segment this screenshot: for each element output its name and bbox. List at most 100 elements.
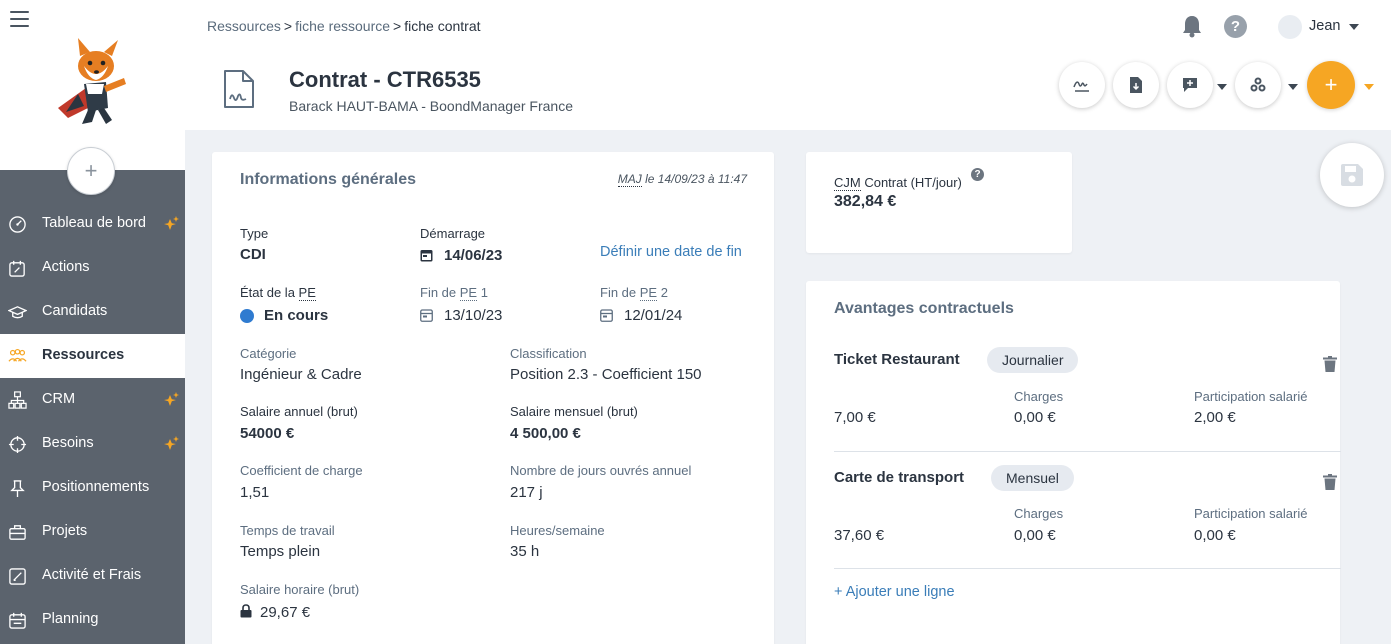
sidebar-item-crm[interactable]: CRM bbox=[0, 378, 185, 422]
sparkle-star-icon bbox=[164, 392, 179, 406]
signature-icon bbox=[1073, 81, 1089, 92]
set-end-date-link[interactable]: Définir une date de fin bbox=[600, 244, 742, 260]
type-value: CDI bbox=[240, 246, 266, 263]
charges-value: 0,00 € bbox=[1014, 409, 1056, 426]
sidebar-item-projets[interactable]: Projets bbox=[0, 510, 185, 554]
help-icon[interactable]: ? bbox=[1224, 15, 1247, 38]
advantage-name: Carte de transport bbox=[834, 469, 965, 486]
sidebar-item-activite-et-frais[interactable]: Activité et Frais bbox=[0, 554, 185, 598]
save-button[interactable] bbox=[1320, 143, 1384, 207]
calendar-icon bbox=[9, 612, 26, 629]
sidebar-item-positionnements[interactable]: Positionnements bbox=[0, 466, 185, 510]
advantage-amount: 37,60 € bbox=[834, 527, 885, 544]
frequency-badge: Mensuel bbox=[991, 465, 1074, 491]
breadcrumb-separator: > bbox=[393, 18, 402, 34]
divider bbox=[834, 451, 1341, 452]
action-buttons: + bbox=[1059, 60, 1389, 110]
add-line-link[interactable]: + Ajouter une ligne bbox=[834, 584, 955, 600]
avatar[interactable] bbox=[1278, 15, 1302, 39]
pe-abbr: PE bbox=[459, 285, 478, 301]
work-time-value: Temps plein bbox=[240, 543, 321, 560]
classification-label: Classification bbox=[510, 346, 587, 361]
hours-week-label: Heures/semaine bbox=[510, 523, 605, 538]
frequency-badge: Journalier bbox=[987, 347, 1079, 373]
pe-state-value: En cours bbox=[264, 307, 329, 324]
maj-abbr: MAJ bbox=[617, 172, 642, 187]
sidebar-item-label: Actions bbox=[42, 259, 90, 275]
chevron-down-icon[interactable] bbox=[1288, 84, 1298, 90]
sidebar-item-candidats[interactable]: Candidats bbox=[0, 290, 185, 334]
type-label: Type bbox=[240, 226, 269, 241]
participation-label: Participation salarié bbox=[1194, 389, 1308, 404]
divider bbox=[834, 568, 1341, 569]
sidebar-item-label: Candidats bbox=[42, 303, 108, 319]
bell-icon[interactable] bbox=[1181, 14, 1203, 38]
category-value: Ingénieur & Cadre bbox=[240, 366, 362, 383]
org-chart-icon bbox=[8, 391, 27, 409]
card-title: Informations générales bbox=[240, 171, 417, 188]
add-button[interactable]: + bbox=[67, 147, 115, 195]
trash-icon[interactable] bbox=[1323, 356, 1337, 372]
calendar-edit-icon bbox=[9, 260, 25, 277]
sparkle-star-icon bbox=[164, 436, 179, 450]
briefcase-icon bbox=[9, 525, 26, 540]
advantage-name: Ticket Restaurant bbox=[834, 351, 960, 368]
sidebar-nav: Tableau de bord Actions Candidats Ressou… bbox=[0, 202, 185, 642]
pe-end2-value: 12/01/24 bbox=[624, 307, 683, 324]
participation-value: 0,00 € bbox=[1194, 527, 1236, 544]
participation-label: Participation salarié bbox=[1194, 506, 1308, 521]
floppy-disk-icon bbox=[1341, 164, 1363, 186]
breadcrumb: Ressources > fiche ressource > fiche contrat bbox=[207, 18, 481, 34]
category-label: Catégorie bbox=[240, 346, 297, 361]
work-time-label: Temps de travail bbox=[240, 523, 335, 538]
header-toolbar: ? Jean bbox=[1091, 12, 1391, 40]
signature-button[interactable] bbox=[1059, 62, 1105, 108]
cjm-abbr: CJM bbox=[834, 175, 861, 191]
hamburger-menu-icon[interactable] bbox=[10, 11, 29, 27]
chevron-down-icon[interactable] bbox=[1217, 84, 1227, 90]
sidebar-item-label: CRM bbox=[42, 391, 76, 407]
fox-mascot-logo bbox=[58, 38, 126, 124]
chevron-down-icon[interactable] bbox=[1364, 84, 1374, 90]
breadcrumb-separator: > bbox=[283, 18, 293, 34]
sidebar-item-actions[interactable]: Actions bbox=[0, 246, 185, 290]
user-name[interactable]: Jean bbox=[1309, 18, 1340, 34]
share-button[interactable] bbox=[1235, 62, 1281, 108]
hourly-salary-value: 29,67 € bbox=[260, 604, 311, 621]
breadcrumb-current: fiche contrat bbox=[404, 18, 481, 34]
sidebar-item-label: Ressources bbox=[42, 347, 125, 363]
sidebar-item-besoins[interactable]: Besoins bbox=[0, 422, 185, 466]
pe-end2-label: Fin de PE 2 bbox=[600, 285, 668, 301]
trash-icon[interactable] bbox=[1323, 474, 1337, 490]
help-icon[interactable]: ? bbox=[971, 168, 984, 181]
working-days-value: 217 j bbox=[510, 484, 543, 501]
charge-coef-value: 1,51 bbox=[240, 484, 270, 501]
sidebar-item-planning[interactable]: Planning bbox=[0, 598, 185, 642]
start-value: 14/06/23 bbox=[444, 247, 503, 264]
add-action-button[interactable]: + bbox=[1307, 61, 1355, 109]
plus-icon: + bbox=[1324, 72, 1338, 97]
breadcrumb-link-fiche-ressource[interactable]: fiche ressource bbox=[295, 18, 390, 34]
lock-icon bbox=[240, 604, 252, 618]
sidebar-item-label: Planning bbox=[42, 611, 99, 627]
breadcrumb-link-ressources[interactable]: Ressources bbox=[207, 18, 281, 34]
working-days-label: Nombre de jours ouvrés annuel bbox=[510, 463, 692, 478]
page-header: Ressources > fiche ressource > fiche contrat… bbox=[185, 0, 1391, 130]
sidebar-item-ressources[interactable]: Ressources bbox=[0, 334, 185, 378]
status-dot bbox=[240, 309, 254, 323]
pe-end2-label-prefix: Fin de bbox=[600, 285, 640, 300]
page-title: Contrat - CTR6535 bbox=[289, 67, 481, 92]
sidebar-item-tableau-de-bord[interactable]: Tableau de bord bbox=[0, 202, 185, 246]
graduation-cap-icon bbox=[8, 306, 27, 319]
sidebar-item-label: Besoins bbox=[42, 435, 94, 451]
download-document-button[interactable] bbox=[1113, 62, 1159, 108]
page-subtitle: Barack HAUT-BAMA - BoondManager France bbox=[289, 98, 574, 114]
monthly-salary-value: 4 500,00 € bbox=[510, 425, 581, 442]
start-label: Démarrage bbox=[420, 226, 486, 241]
pe-state-label: État de la PE bbox=[240, 285, 316, 301]
comment-button[interactable] bbox=[1167, 62, 1213, 108]
dashboard-icon bbox=[9, 216, 26, 233]
chevron-down-icon[interactable] bbox=[1349, 24, 1359, 30]
crosshair-icon bbox=[8, 435, 27, 454]
add-symbol: + bbox=[84, 158, 98, 183]
